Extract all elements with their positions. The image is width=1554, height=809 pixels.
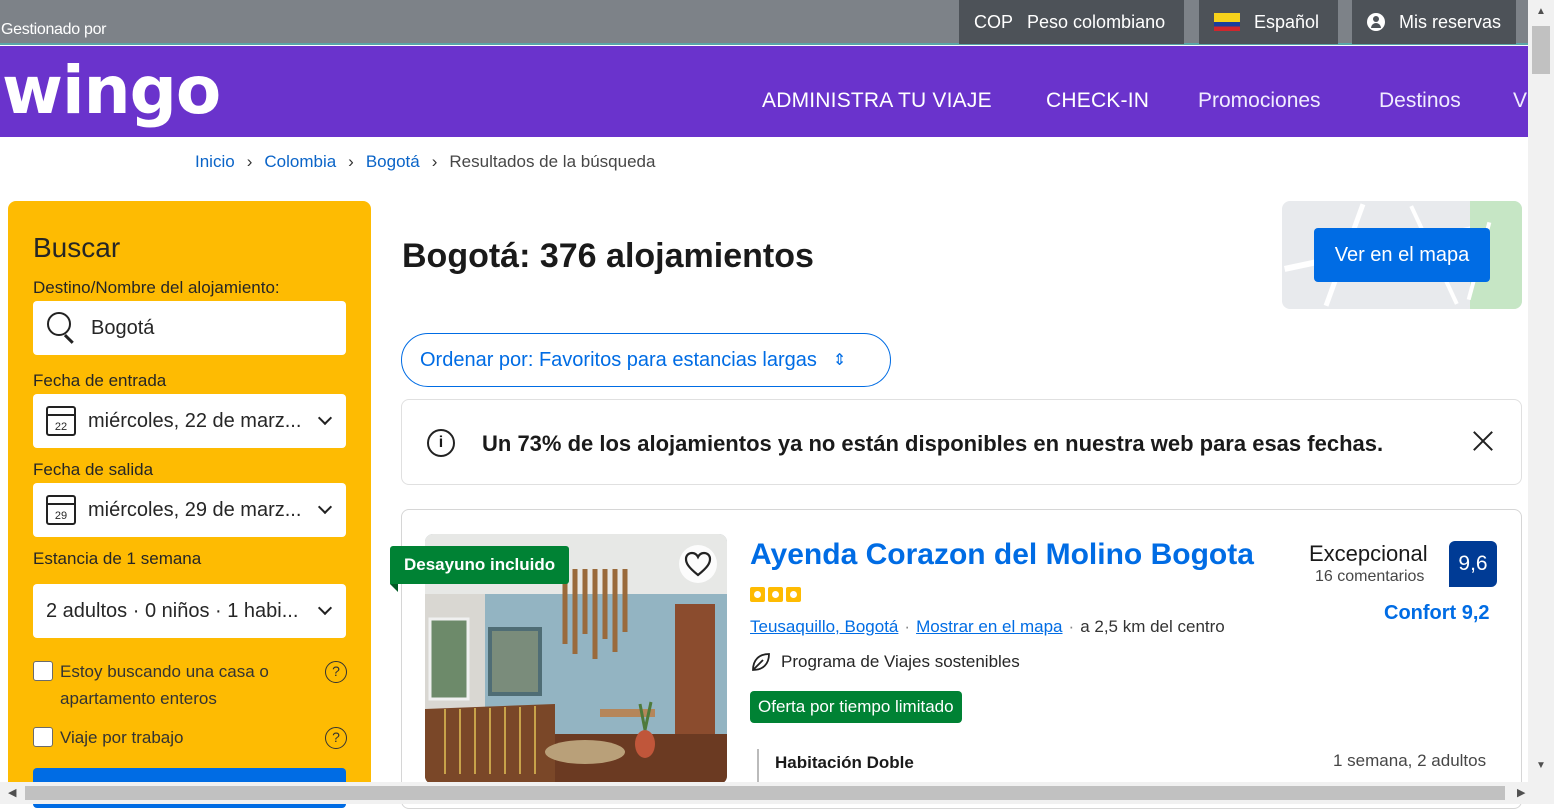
checkin-date-field[interactable]: 22 miércoles, 22 de marz... xyxy=(33,394,346,448)
chevron-down-icon xyxy=(317,600,333,616)
managed-by-text: Gestionado por xyxy=(1,21,107,38)
breadcrumb: Inicio › Colombia › Bogotá › Resultados … xyxy=(195,152,655,172)
separator-dot: · xyxy=(1068,617,1075,636)
destination-input[interactable]: Bogotá xyxy=(33,301,346,355)
map-preview[interactable]: Ver en el mapa xyxy=(1282,201,1522,309)
sort-arrows-icon: ⇕ xyxy=(832,352,847,369)
guests-select[interactable]: 2 adultos · 0 niños · 1 habi... xyxy=(33,584,346,638)
view-on-map-button[interactable]: Ver en el mapa xyxy=(1314,228,1490,282)
breadcrumb-home[interactable]: Inicio xyxy=(195,152,235,172)
help-icon[interactable]: ? xyxy=(325,727,347,749)
work-trip-label: Viaje por trabajo xyxy=(60,728,184,747)
guests-value: 2 adultos · 0 niños · 1 habi... xyxy=(46,599,299,622)
chevron-right-icon: › xyxy=(431,152,438,171)
area-link[interactable]: Teusaquillo, Bogotá xyxy=(750,617,898,637)
room-name: Habitación Doble xyxy=(775,753,914,772)
search-icon xyxy=(47,312,79,344)
checkin-value: miércoles, 22 de marz... xyxy=(88,409,302,432)
language-label: Español xyxy=(1254,11,1320,32)
main-header: wingo ADMINISTRA TU VIAJE CHECK-IN Promo… xyxy=(0,46,1528,137)
distance-text: a 2,5 km del centro xyxy=(1080,617,1225,636)
star-rating xyxy=(750,587,801,602)
chevron-down-icon xyxy=(317,499,333,515)
star-icon xyxy=(786,587,801,602)
scroll-up-icon[interactable]: ▲ xyxy=(1536,6,1546,17)
nav-destinations[interactable]: Destinos xyxy=(1379,89,1461,113)
entire-home-checkbox[interactable] xyxy=(33,661,53,681)
horizontal-scroll-thumb[interactable] xyxy=(25,786,1505,800)
star-icon xyxy=(750,587,765,602)
scroll-down-icon[interactable]: ▼ xyxy=(1536,760,1546,771)
leaf-icon xyxy=(752,653,770,671)
checkout-date-field[interactable]: 29 miércoles, 29 de marz... xyxy=(33,483,346,537)
vertical-scrollbar[interactable]: ▲ ▼ xyxy=(1528,0,1554,782)
info-icon: i xyxy=(427,429,455,457)
sort-dropdown[interactable]: Ordenar por: Favoritos para estancias la… xyxy=(401,333,891,387)
nav-promotions[interactable]: Promociones xyxy=(1198,89,1321,113)
work-trip-checkbox[interactable] xyxy=(33,727,53,747)
chevron-down-icon xyxy=(317,410,333,426)
currency-name: Peso colombiano xyxy=(1027,11,1166,32)
search-title: Buscar xyxy=(33,232,121,263)
chevron-right-icon: › xyxy=(246,152,253,171)
currency-code: COP xyxy=(974,11,1014,32)
wingo-logo[interactable]: wingo xyxy=(2,52,221,129)
help-icon[interactable]: ? xyxy=(325,661,347,683)
sustainability-text: Programa de Viajes sostenibles xyxy=(781,652,1020,671)
breadcrumb-city[interactable]: Bogotá xyxy=(366,152,420,172)
calendar-icon: 22 xyxy=(46,406,76,436)
alert-text: Un 73% de los alojamientos ya no están d… xyxy=(482,431,1384,456)
scroll-left-icon[interactable]: ◀ xyxy=(8,786,16,799)
separator-dot: · xyxy=(904,617,911,636)
review-count: 16 comentarios xyxy=(1315,568,1425,585)
top-utility-bar: Gestionado por COP Peso colombiano Españ… xyxy=(0,0,1528,45)
property-name[interactable]: Ayenda Corazon del Molino Bogota xyxy=(750,538,1254,572)
availability-alert: i Un 73% de los alojamientos ya no están… xyxy=(401,399,1522,485)
breadcrumb-current: Resultados de la búsqueda xyxy=(449,152,656,171)
nav-check-in[interactable]: CHECK-IN xyxy=(1046,89,1149,113)
sort-label: Ordenar por: Favoritos para estancias la… xyxy=(420,348,817,371)
show-on-map-link[interactable]: Mostrar en el mapa xyxy=(916,617,1062,637)
currency-button[interactable]: COP Peso colombiano xyxy=(959,0,1184,44)
review-score-word: Excepcional xyxy=(1309,541,1428,566)
horizontal-scrollbar[interactable]: ◀ ▶ xyxy=(0,782,1554,804)
user-icon xyxy=(1367,13,1385,31)
destination-value: Bogotá xyxy=(91,316,155,339)
review-score-badge[interactable]: 9,6 xyxy=(1449,541,1497,587)
nav-manage-trip[interactable]: ADMINISTRA TU VIAJE xyxy=(762,89,992,113)
vertical-scroll-thumb[interactable] xyxy=(1532,26,1550,74)
breakfast-included-badge: Desayuno incluido xyxy=(390,546,570,592)
colombia-flag-icon xyxy=(1214,13,1240,31)
calendar-icon: 29 xyxy=(46,495,76,525)
checkout-label: Fecha de salida xyxy=(33,460,154,479)
entire-home-label: Estoy buscando una casa o apartamento en… xyxy=(60,662,269,708)
breadcrumb-country[interactable]: Colombia xyxy=(264,152,336,172)
heart-icon[interactable] xyxy=(679,545,717,583)
my-bookings-label: Mis reservas xyxy=(1399,11,1502,32)
location-line: Teusaquillo, Bogotá · Mostrar en el mapa… xyxy=(750,617,1225,637)
sustainability-line: Programa de Viajes sostenibles xyxy=(750,651,1020,673)
nav-more[interactable]: V xyxy=(1513,89,1527,113)
language-button[interactable]: Español xyxy=(1199,0,1338,44)
star-icon xyxy=(768,587,783,602)
stay-summary: 1 semana, 2 adultos xyxy=(1333,751,1487,770)
checkout-value: miércoles, 29 de marz... xyxy=(88,498,302,521)
results-title: Bogotá: 376 alojamientos xyxy=(402,237,814,275)
destination-label: Destino/Nombre del alojamiento: xyxy=(33,278,280,297)
stay-length-label: Estancia de 1 semana xyxy=(33,549,202,568)
scroll-right-icon[interactable]: ▶ xyxy=(1517,786,1525,799)
comfort-score: Confort 9,2 xyxy=(1384,602,1490,624)
my-bookings-button[interactable]: Mis reservas xyxy=(1352,0,1516,44)
checkin-label: Fecha de entrada xyxy=(33,371,167,390)
limited-offer-badge: Oferta por tiempo limitado xyxy=(750,691,962,723)
close-icon[interactable] xyxy=(1472,430,1494,452)
search-panel: Buscar Destino/Nombre del alojamiento: B… xyxy=(8,201,371,808)
chevron-right-icon: › xyxy=(348,152,354,171)
